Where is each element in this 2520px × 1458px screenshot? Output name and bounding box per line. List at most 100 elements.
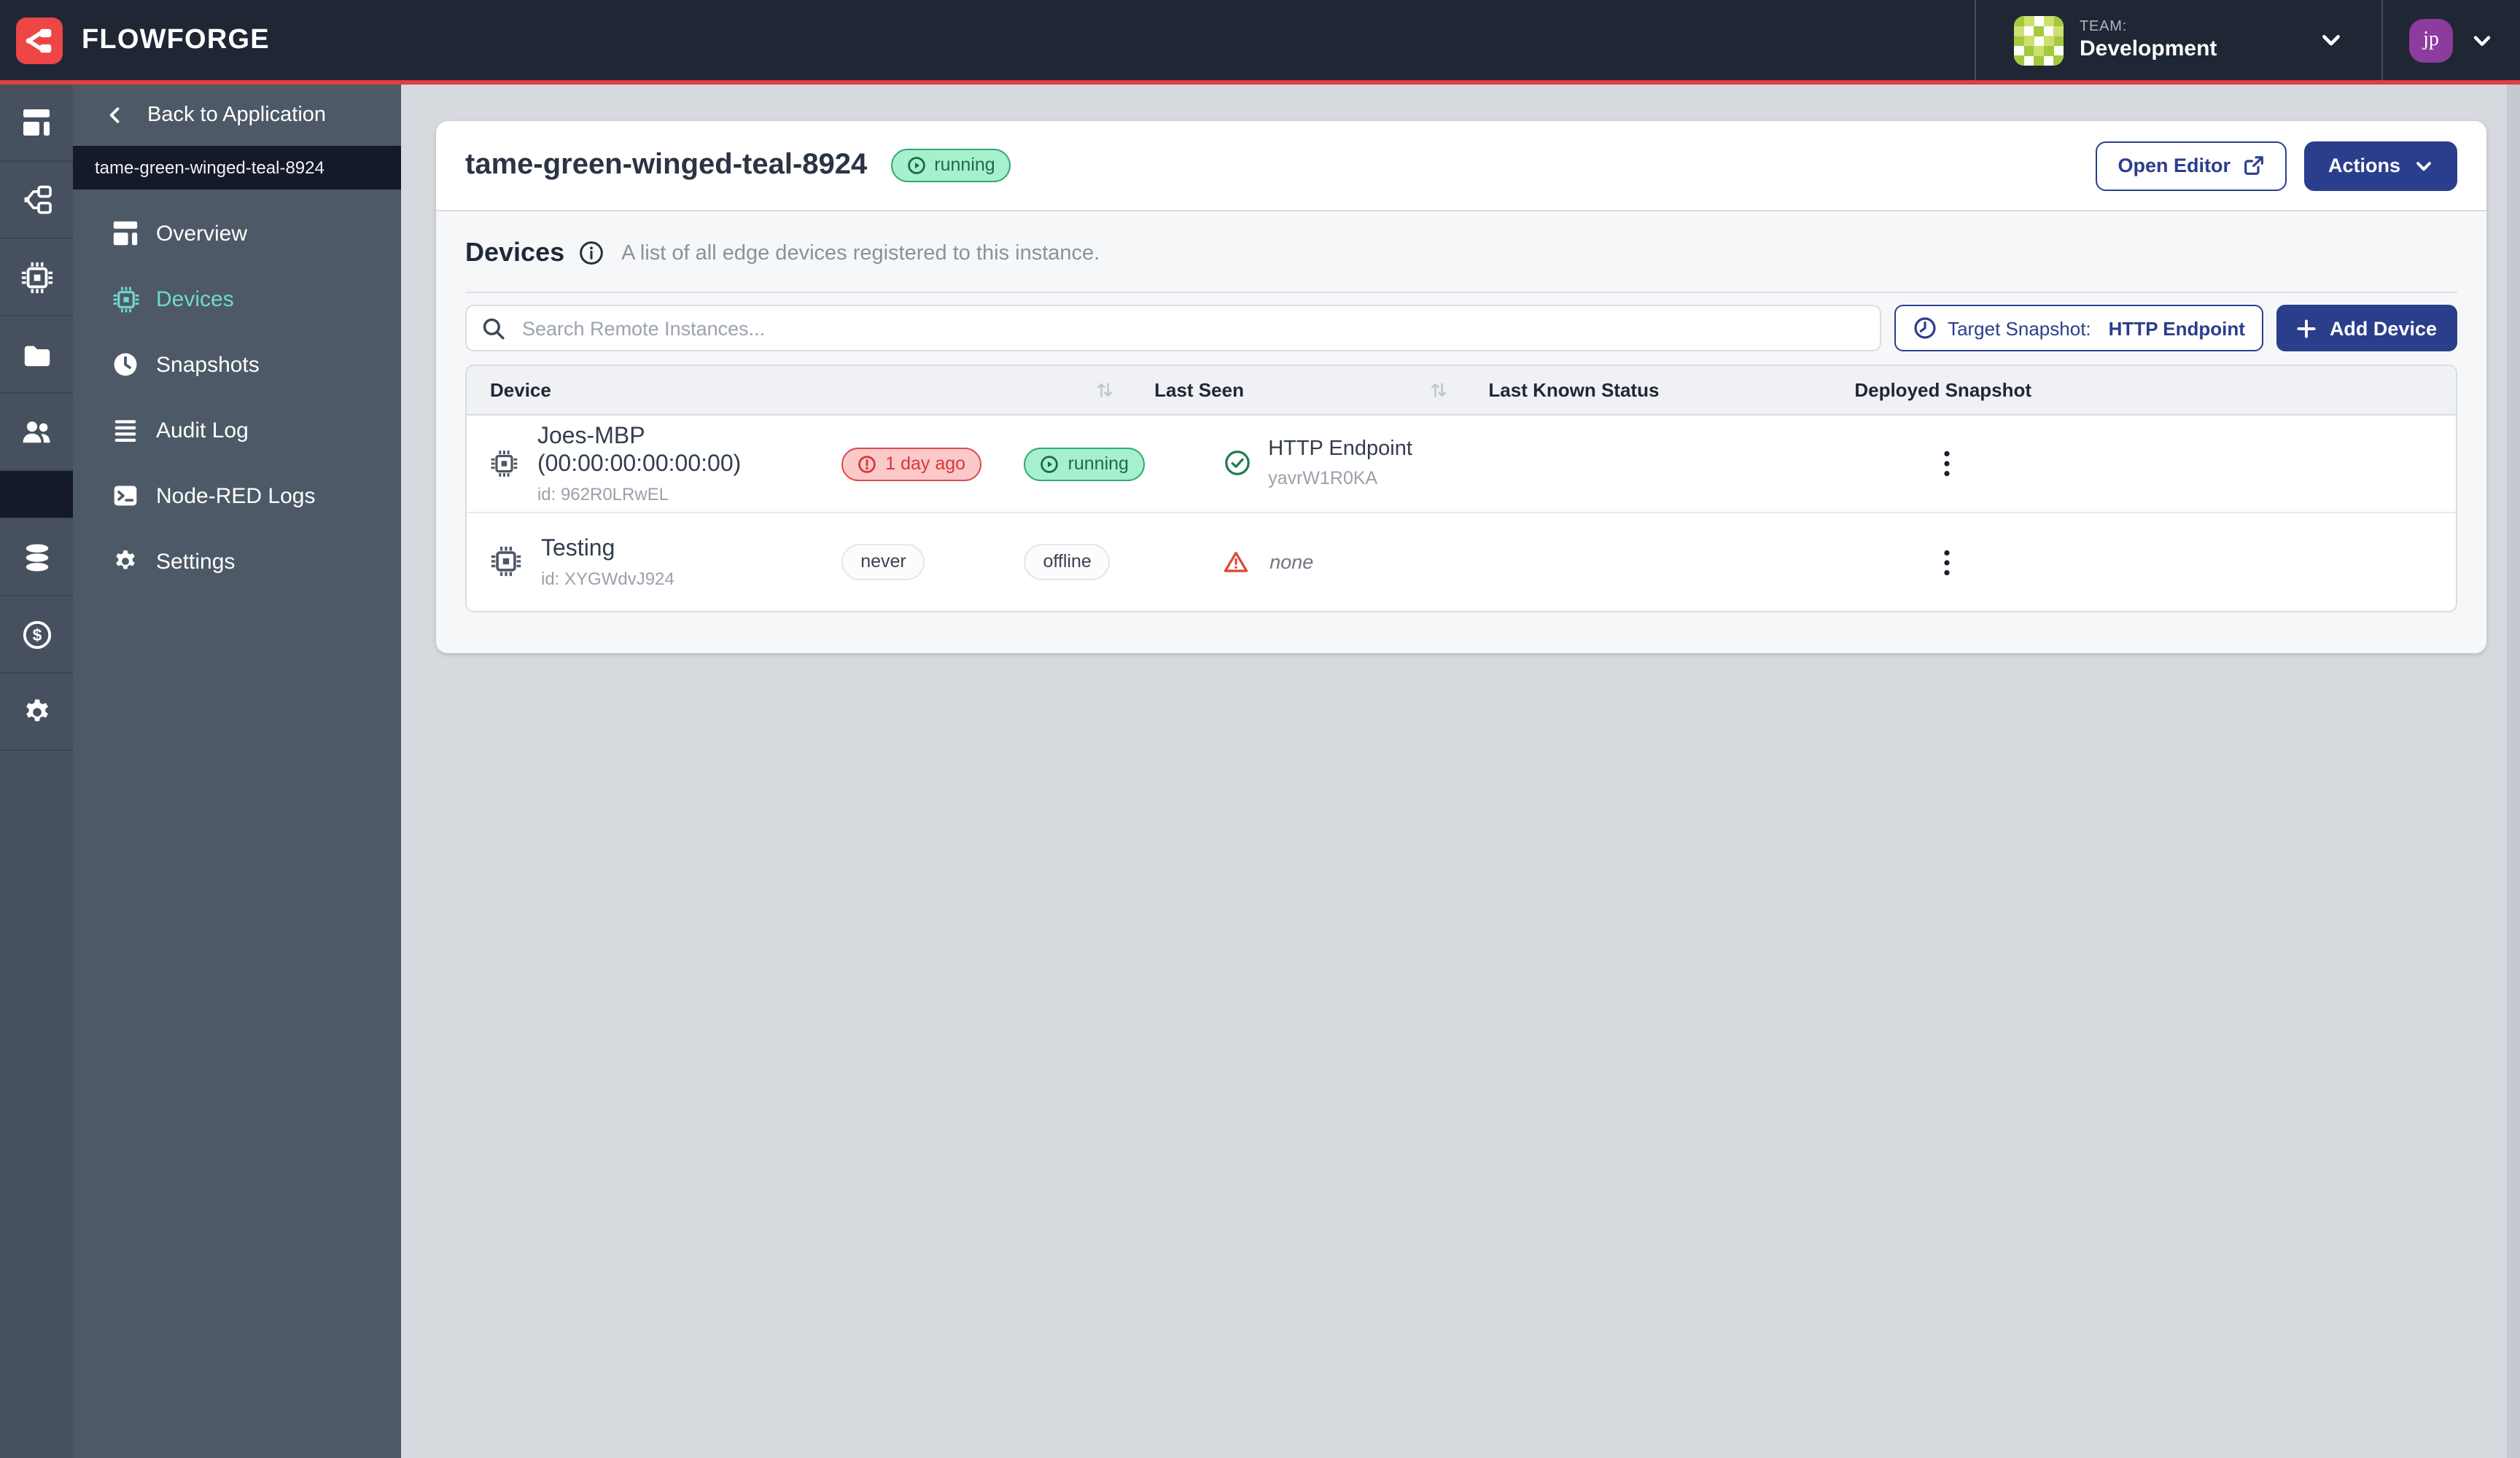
snapshot-name: none [1269, 551, 1313, 573]
user-initials: jp [2423, 28, 2439, 52]
rail-item-library[interactable] [0, 316, 73, 394]
sidebar-item-snapshots[interactable]: Snapshots [73, 335, 401, 394]
play-circle-icon [906, 156, 925, 175]
team-switcher[interactable]: TEAM: Development [1976, 15, 2381, 65]
rail-item-overview[interactable] [0, 85, 73, 162]
flowforge-logo[interactable] [16, 17, 63, 63]
devices-section: Devices A list of all edge devices regis… [436, 211, 2486, 653]
chevron-down-icon [2470, 28, 2494, 52]
actions-label: Actions [2328, 155, 2400, 176]
database-stack-icon [21, 542, 52, 572]
status-badge: running [1024, 447, 1145, 480]
rail-item-members[interactable] [0, 394, 73, 471]
row-menu-kebab-icon[interactable] [1926, 443, 1967, 484]
devices-controls: Target Snapshot: HTTP Endpoint Add Devic… [465, 305, 2457, 351]
rail-active-slot [0, 471, 73, 519]
snapshot-name: HTTP Endpoint [1268, 437, 1412, 463]
actions-button[interactable]: Actions [2305, 141, 2457, 190]
list-icon [111, 417, 140, 443]
user-avatar: jp [2409, 18, 2453, 62]
sort-icon[interactable] [1428, 381, 1447, 399]
sidebar-item-label: Snapshots [156, 352, 260, 377]
sidebar-item-devices[interactable]: Devices [73, 270, 401, 328]
grid-overview-icon [111, 220, 140, 246]
flowforge-fork-icon [20, 21, 58, 59]
last-seen-label: never [860, 553, 906, 572]
warning-triangle-icon [1223, 550, 1248, 574]
search-icon [481, 316, 506, 340]
page-title: tame-green-winged-teal-8924 [465, 149, 867, 182]
status-badge-label: running [934, 157, 995, 175]
chip-icon [490, 546, 522, 578]
alert-circle-icon [858, 454, 876, 473]
pipeline-icon [20, 184, 52, 216]
section-description: A list of all edge devices registered to… [621, 241, 1100, 265]
column-label: Deployed Snapshot [1854, 379, 2031, 401]
column-header-device[interactable]: Device [467, 366, 1131, 414]
instance-sidebar: Back to Application tame-green-winged-te… [73, 85, 401, 1458]
info-icon[interactable] [579, 241, 604, 265]
sidebar-instance-name[interactable]: tame-green-winged-teal-8924 [73, 146, 401, 190]
row-menu-kebab-icon[interactable] [1926, 542, 1967, 582]
section-title: Devices [465, 238, 564, 268]
status-badge: offline [1024, 545, 1111, 580]
column-label: Last Seen [1154, 379, 1244, 401]
check-circle-icon [1223, 450, 1251, 477]
instance-menu: Overview Devices [73, 204, 401, 590]
sidebar-item-node-red-logs[interactable]: Node-RED Logs [73, 467, 401, 525]
chip-icon [490, 448, 518, 480]
rail-item-billing[interactable]: $ [0, 596, 73, 674]
team-nav-rail: $ [0, 85, 73, 1458]
team-texts: TEAM: Development [2080, 19, 2217, 61]
status-badge: running [890, 149, 1011, 182]
device-row[interactable]: Joes-MBP (00:00:00:00:00:00) id: 962R0LR… [467, 416, 2456, 513]
gear-icon [111, 548, 140, 574]
user-menu[interactable]: jp [2383, 18, 2520, 62]
rail-item-instances[interactable] [0, 162, 73, 239]
main-content: tame-green-winged-teal-8924 running Open… [401, 85, 2520, 1458]
clock-icon [1913, 316, 1936, 340]
device-name: Joes-MBP (00:00:00:00:00:00) [537, 422, 818, 478]
rail-item-devices[interactable] [0, 239, 73, 316]
last-seen-badge: 1 day ago [841, 447, 981, 480]
sidebar-item-label: Overview [156, 221, 247, 246]
column-header-snapshot: Deployed Snapshot [1831, 366, 2273, 414]
status-label: offline [1043, 553, 1092, 572]
sidebar-item-label: Devices [156, 286, 234, 311]
billing-dollar-icon: $ [21, 619, 52, 650]
chip-icon [111, 285, 140, 313]
sidebar-item-overview[interactable]: Overview [73, 204, 401, 262]
column-header-last-seen[interactable]: Last Seen [1131, 366, 1465, 414]
device-id: id: XYGWdvJ924 [541, 569, 674, 590]
add-device-label: Add Device [2330, 317, 2437, 339]
status-label: running [1068, 455, 1129, 473]
rail-item-team-settings[interactable] [0, 674, 73, 751]
target-snapshot-label: Target Snapshot: [1948, 317, 2091, 339]
top-navbar: FLOWFORGE [0, 0, 2520, 85]
search-box [465, 305, 1881, 351]
sidebar-item-audit-log[interactable]: Audit Log [73, 401, 401, 459]
search-input[interactable] [519, 316, 1864, 340]
column-label: Last Known Status [1488, 379, 1659, 401]
device-row[interactable]: Testing id: XYGWdvJ924 never [467, 513, 2456, 611]
target-snapshot-value: HTTP Endpoint [2109, 317, 2245, 339]
back-to-application[interactable]: Back to Application [73, 85, 401, 146]
scrollbar[interactable] [2507, 85, 2520, 1458]
add-device-button[interactable]: Add Device [2277, 305, 2457, 351]
sort-icon[interactable] [1094, 381, 1113, 399]
play-circle-icon [1041, 454, 1059, 473]
sidebar-item-settings[interactable]: Settings [73, 532, 401, 590]
folder-icon [21, 339, 52, 370]
grid-overview-icon [22, 108, 51, 137]
chevron-down-icon [2414, 155, 2434, 176]
app-root: FLOWFORGE [0, 0, 2520, 1458]
plus-icon [2298, 319, 2317, 338]
svg-text:$: $ [32, 625, 42, 644]
target-snapshot-button[interactable]: Target Snapshot: HTTP Endpoint [1894, 305, 2264, 351]
open-editor-button[interactable]: Open Editor [2096, 141, 2287, 190]
terminal-icon [111, 483, 140, 509]
instance-name-label: tame-green-winged-teal-8924 [95, 157, 324, 178]
sidebar-item-label: Audit Log [156, 418, 249, 443]
rail-item-usage[interactable] [0, 519, 73, 596]
gear-icon [21, 696, 52, 727]
